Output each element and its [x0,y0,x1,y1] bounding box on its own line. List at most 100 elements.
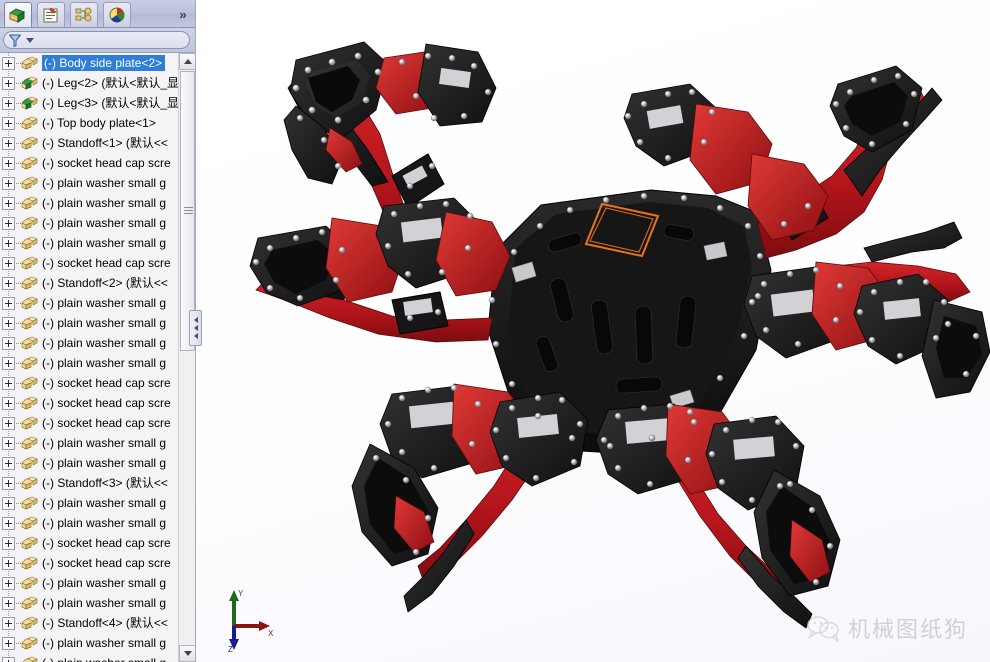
tree-scroll-region[interactable]: (-) Body side plate<2> (-) Leg<2> (默认<默认_… [0,53,195,662]
filter-input[interactable] [38,34,189,46]
scroll-down-button[interactable] [179,645,195,662]
tree-item[interactable]: (-) plain washer small g [0,453,178,473]
graphics-viewport[interactable]: Y X Z 机械图纸狗 [196,0,990,662]
expand-toggle-icon[interactable] [2,156,15,170]
expand-toggle-icon[interactable] [2,296,15,310]
filter-input-container[interactable] [3,31,190,49]
configuration-manager-tab[interactable] [70,2,98,27]
tree-vertical-scrollbar[interactable] [178,53,195,662]
expand-toggle-icon[interactable] [2,576,15,590]
expand-toggle-icon[interactable] [2,356,15,370]
tree-item[interactable]: (-) plain washer small g [0,493,178,513]
leg-lower-left [351,383,589,613]
expand-toggle-icon[interactable] [2,116,15,130]
assembly-component-icon [21,575,39,591]
expand-toggle-icon[interactable] [2,216,15,230]
tree-item[interactable]: (-) plain washer small g [0,653,178,662]
expand-toggle-icon[interactable] [2,416,15,430]
tree-item[interactable]: (-) plain washer small g [0,633,178,653]
expand-toggle-icon[interactable] [2,656,15,662]
tree-item[interactable]: (-) plain washer small g [0,333,178,353]
scrollbar-grip-icon [184,207,193,215]
tree-item[interactable]: (-) Standoff<4> (默认<< [0,613,178,633]
expand-toggle-icon[interactable] [2,456,15,470]
watermark: 机械图纸狗 [806,612,968,644]
tree-item[interactable]: (-) plain washer small g [0,433,178,453]
scrollbar-thumb[interactable] [180,71,195,351]
expand-toggle-icon[interactable] [2,536,15,550]
tree-item[interactable]: (-) plain washer small g [0,233,178,253]
expand-toggle-icon[interactable] [2,256,15,270]
display-manager-tab[interactable] [103,2,131,27]
scroll-up-button[interactable] [179,53,195,70]
tree-item[interactable]: (-) Standoff<2> (默认<< [0,273,178,293]
tree-item[interactable]: (-) plain washer small g [0,173,178,193]
tree-item[interactable]: (-) socket head cap scre [0,553,178,573]
expand-toggle-icon[interactable] [2,196,15,210]
tree-item[interactable]: (-) socket head cap scre [0,153,178,173]
tree-item[interactable]: (-) plain washer small g [0,513,178,533]
filter-dropdown-caret[interactable] [26,37,34,43]
expand-toggle-icon[interactable] [2,636,15,650]
expand-toggle-icon[interactable] [2,96,15,110]
property-manager-tab[interactable] [37,2,65,27]
tree-item-label: (-) socket head cap scre [42,396,171,410]
expand-toggle-icon[interactable] [2,176,15,190]
triad-y-label: Y [238,589,244,598]
tree-item-label: (-) socket head cap scre [42,256,171,270]
tree-item[interactable]: (-) plain washer small g [0,213,178,233]
triad-z-label: Z [228,645,233,654]
expand-toggle-icon[interactable] [2,396,15,410]
expand-toggle-icon[interactable] [2,596,15,610]
tree-item[interactable]: (-) Standoff<1> (默认<< [0,133,178,153]
expand-toggle-icon[interactable] [2,616,15,630]
tree-item-label: (-) socket head cap scre [42,376,171,390]
expand-toggle-icon[interactable] [2,316,15,330]
feature-manager-tab[interactable] [4,2,32,27]
panel-splitter-handle[interactable] [189,310,202,346]
tree-item[interactable]: (-) socket head cap scre [0,253,178,273]
expand-toggle-icon[interactable] [2,236,15,250]
tree-item[interactable]: (-) Body side plate<2> [0,53,178,73]
tree-item[interactable]: (-) socket head cap scre [0,533,178,553]
assembly-component-icon [21,255,39,271]
expand-toggle-icon[interactable] [2,556,15,570]
chevron-right-icon [193,325,198,331]
tree-item-label: (-) Standoff<1> (默认<< [42,136,168,150]
tree-item[interactable]: (-) plain washer small g [0,193,178,213]
tree-item[interactable]: (-) Leg<2> (默认<默认_显 [0,73,178,93]
watermark-text: 机械图纸狗 [847,617,968,642]
expand-toggle-icon[interactable] [2,476,15,490]
expand-toggle-icon[interactable] [2,376,15,390]
tree-item[interactable]: (-) socket head cap scre [0,413,178,433]
expand-toggle-icon[interactable] [2,496,15,510]
expand-toggle-icon[interactable] [2,336,15,350]
expand-toggle-icon[interactable] [2,276,15,290]
tree-item[interactable]: (-) plain washer small g [0,573,178,593]
expand-toggle-icon[interactable] [2,516,15,530]
expand-toggle-icon[interactable] [2,436,15,450]
assembly-component-icon [21,395,39,411]
tree-item[interactable]: (-) Standoff<3> (默认<< [0,473,178,493]
tree-item-label: (-) socket head cap scre [42,536,171,550]
assembly-component-icon [21,515,39,531]
assembly-component-icon [21,135,39,151]
tree-item-label: (-) plain washer small g [42,656,166,662]
expand-toggle-icon[interactable] [2,76,15,90]
tree-item-label: (-) socket head cap scre [42,156,171,170]
tree-item[interactable]: (-) plain washer small g [0,353,178,373]
expand-toggle-icon[interactable] [2,136,15,150]
tree-item[interactable]: (-) socket head cap scre [0,393,178,413]
tree-item[interactable]: (-) socket head cap scre [0,373,178,393]
tree-item[interactable]: (-) Top body plate<1> [0,113,178,133]
tree-item[interactable]: (-) plain washer small g [0,313,178,333]
tree-item[interactable]: (-) plain washer small g [0,293,178,313]
expand-toggle-icon[interactable] [2,56,15,70]
tree-item[interactable]: (-) Leg<3> (默认<默认_显 [0,93,178,113]
hexapod-robot-model[interactable] [196,0,990,662]
tree-item[interactable]: (-) plain washer small g [0,593,178,613]
assembly-component-icon [21,115,39,131]
assembly-component-icon [21,435,39,451]
assembly-component-icon [21,195,39,211]
toolbar-overflow-button[interactable]: » [172,4,192,24]
